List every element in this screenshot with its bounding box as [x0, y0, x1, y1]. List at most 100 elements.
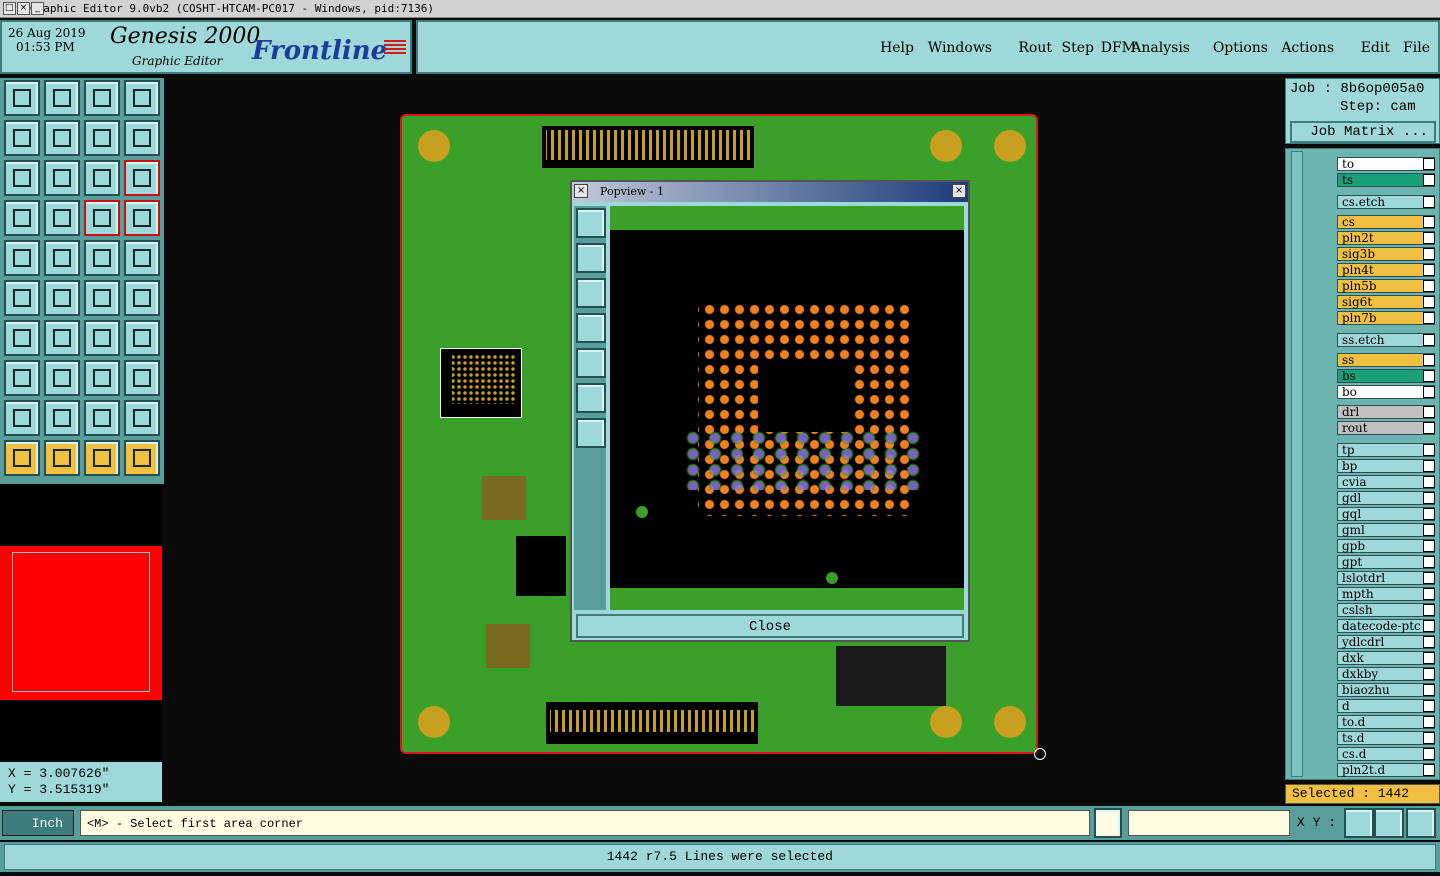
layer-mpth[interactable]: mpth	[1337, 587, 1435, 601]
layer-bo[interactable]: bo	[1337, 385, 1435, 399]
route-tool[interactable]	[124, 440, 160, 476]
layer-checkbox[interactable]	[1423, 312, 1435, 324]
line-tool[interactable]	[44, 320, 80, 356]
grid-tool[interactable]	[44, 200, 80, 236]
zoom-home-button[interactable]	[1344, 808, 1374, 838]
layer-checkbox[interactable]	[1423, 264, 1435, 276]
measure-tool[interactable]	[4, 200, 40, 236]
layer-to.d[interactable]: to.d◢	[1337, 715, 1435, 729]
layer-to[interactable]: to◢	[1337, 157, 1435, 171]
layer-pln2t[interactable]: pln2t◢	[1337, 231, 1435, 245]
layer-ss.etch[interactable]: ss.etch	[1337, 333, 1435, 347]
layer-checkbox[interactable]	[1423, 684, 1435, 696]
layer-checkbox[interactable]	[1423, 370, 1435, 382]
layer-pln7b[interactable]: pln7b	[1337, 311, 1435, 325]
layer-gql[interactable]: gql	[1337, 507, 1435, 521]
popview-pan-up-button[interactable]	[576, 278, 606, 308]
layer-checkbox[interactable]	[1423, 588, 1435, 600]
layer-checkbox[interactable]	[1423, 572, 1435, 584]
layer-checkbox[interactable]	[1423, 158, 1435, 170]
layer-tp[interactable]: tp	[1337, 443, 1435, 457]
menu-file[interactable]: File	[1403, 40, 1430, 56]
layer-cs[interactable]: cs◢	[1337, 215, 1435, 229]
layer-checkbox[interactable]	[1423, 216, 1435, 228]
menu-actions[interactable]: Actions	[1281, 40, 1334, 56]
pointer-b-tool[interactable]	[44, 440, 80, 476]
layer-ts[interactable]: ts	[1337, 173, 1435, 187]
layer-checkbox[interactable]	[1423, 196, 1435, 208]
menu-options[interactable]: Options	[1213, 40, 1268, 56]
layer-checkbox[interactable]	[1423, 748, 1435, 760]
ratio-tool[interactable]	[84, 160, 120, 196]
layer-checkbox[interactable]	[1423, 476, 1435, 488]
layer-bp[interactable]: bp	[1337, 459, 1435, 473]
slant-line-tool[interactable]	[4, 320, 40, 356]
menu-rout[interactable]: Rout	[1018, 40, 1052, 56]
undo-tool[interactable]	[124, 120, 160, 156]
zoom-fit-button[interactable]	[1406, 808, 1436, 838]
layer-gdl[interactable]: gdl◢	[1337, 491, 1435, 505]
popview-pan-down-button[interactable]	[576, 313, 606, 343]
menu-help[interactable]: Help	[880, 40, 914, 56]
layer-checkbox[interactable]	[1423, 540, 1435, 552]
layer-pln2t.d[interactable]: pln2t.d	[1337, 763, 1435, 777]
job-matrix-button[interactable]: Job Matrix ...	[1290, 121, 1436, 143]
select-net-tool[interactable]	[84, 200, 120, 236]
pointer-a-tool[interactable]	[84, 440, 120, 476]
pan-tool[interactable]	[44, 160, 80, 196]
home-tool[interactable]	[84, 80, 120, 116]
move-line-tool[interactable]	[84, 280, 120, 316]
popview-fit-view-button[interactable]	[576, 348, 606, 378]
layer-checkbox[interactable]	[1423, 556, 1435, 568]
menu-dfm[interactable]: DFM	[1101, 40, 1136, 56]
redo-tool[interactable]	[84, 120, 120, 156]
layer-dxk[interactable]: dxk	[1337, 651, 1435, 665]
layer-checkbox[interactable]	[1423, 280, 1435, 292]
target-tool[interactable]	[4, 240, 40, 276]
layer-drl[interactable]: drl	[1337, 405, 1435, 419]
layer-pln5b[interactable]: pln5b◢	[1337, 279, 1435, 293]
layer-checkbox[interactable]	[1423, 508, 1435, 520]
layer-checkbox[interactable]	[1423, 406, 1435, 418]
layer-scrollbar[interactable]	[1291, 151, 1303, 777]
triangle-d-tool[interactable]	[4, 400, 40, 436]
layer-checkbox[interactable]	[1423, 354, 1435, 366]
save-tool[interactable]	[4, 80, 40, 116]
close-window-icon[interactable]: ×	[17, 2, 30, 15]
layer-checkbox[interactable]	[1423, 460, 1435, 472]
popview-window[interactable]: Popview - 1 × × Close	[570, 180, 970, 642]
popview-canvas[interactable]	[610, 206, 964, 610]
feature-join-tool[interactable]	[4, 280, 40, 316]
layer-checkbox[interactable]	[1423, 334, 1435, 346]
menu-windows[interactable]: Windows	[928, 40, 992, 56]
layer-d[interactable]: d	[1337, 699, 1435, 713]
units-button[interactable]: Inch	[2, 810, 74, 836]
triangle-a-tool[interactable]	[124, 400, 160, 436]
layer-checkbox[interactable]	[1423, 732, 1435, 744]
popview-zoom-out-button[interactable]	[576, 243, 606, 273]
layer-checkbox[interactable]	[1423, 636, 1435, 648]
move-pad-tool[interactable]	[124, 280, 160, 316]
popview-close-icon[interactable]: ×	[952, 184, 966, 198]
layer-gml[interactable]: gml	[1337, 523, 1435, 537]
layer-ts.d[interactable]: ts.d	[1337, 731, 1435, 745]
layer-sig3b[interactable]: sig3b◢	[1337, 247, 1435, 261]
pointer-c-tool[interactable]	[4, 440, 40, 476]
fit-tool[interactable]	[4, 160, 40, 196]
menu-edit[interactable]: Edit	[1361, 40, 1390, 56]
highlight-tool[interactable]	[44, 240, 80, 276]
command-prompt-field[interactable]: <M> - Select first area corner	[80, 810, 1090, 836]
import-tool[interactable]	[44, 120, 80, 156]
feature-edit-tool[interactable]	[4, 360, 40, 396]
layer-checkbox[interactable]	[1423, 174, 1435, 186]
layer-datecode-ptc[interactable]: datecode-ptc	[1337, 619, 1435, 633]
resize-tool[interactable]	[84, 360, 120, 396]
layer-bs[interactable]: bs	[1337, 369, 1435, 383]
layer-checkbox[interactable]	[1423, 422, 1435, 434]
layer-checkbox[interactable]	[1423, 764, 1435, 776]
layer-checkbox[interactable]	[1423, 700, 1435, 712]
open-tool[interactable]	[44, 80, 80, 116]
layer-checkbox[interactable]	[1423, 716, 1435, 728]
delete-tool[interactable]	[44, 280, 80, 316]
snapshot-tool[interactable]	[124, 80, 160, 116]
